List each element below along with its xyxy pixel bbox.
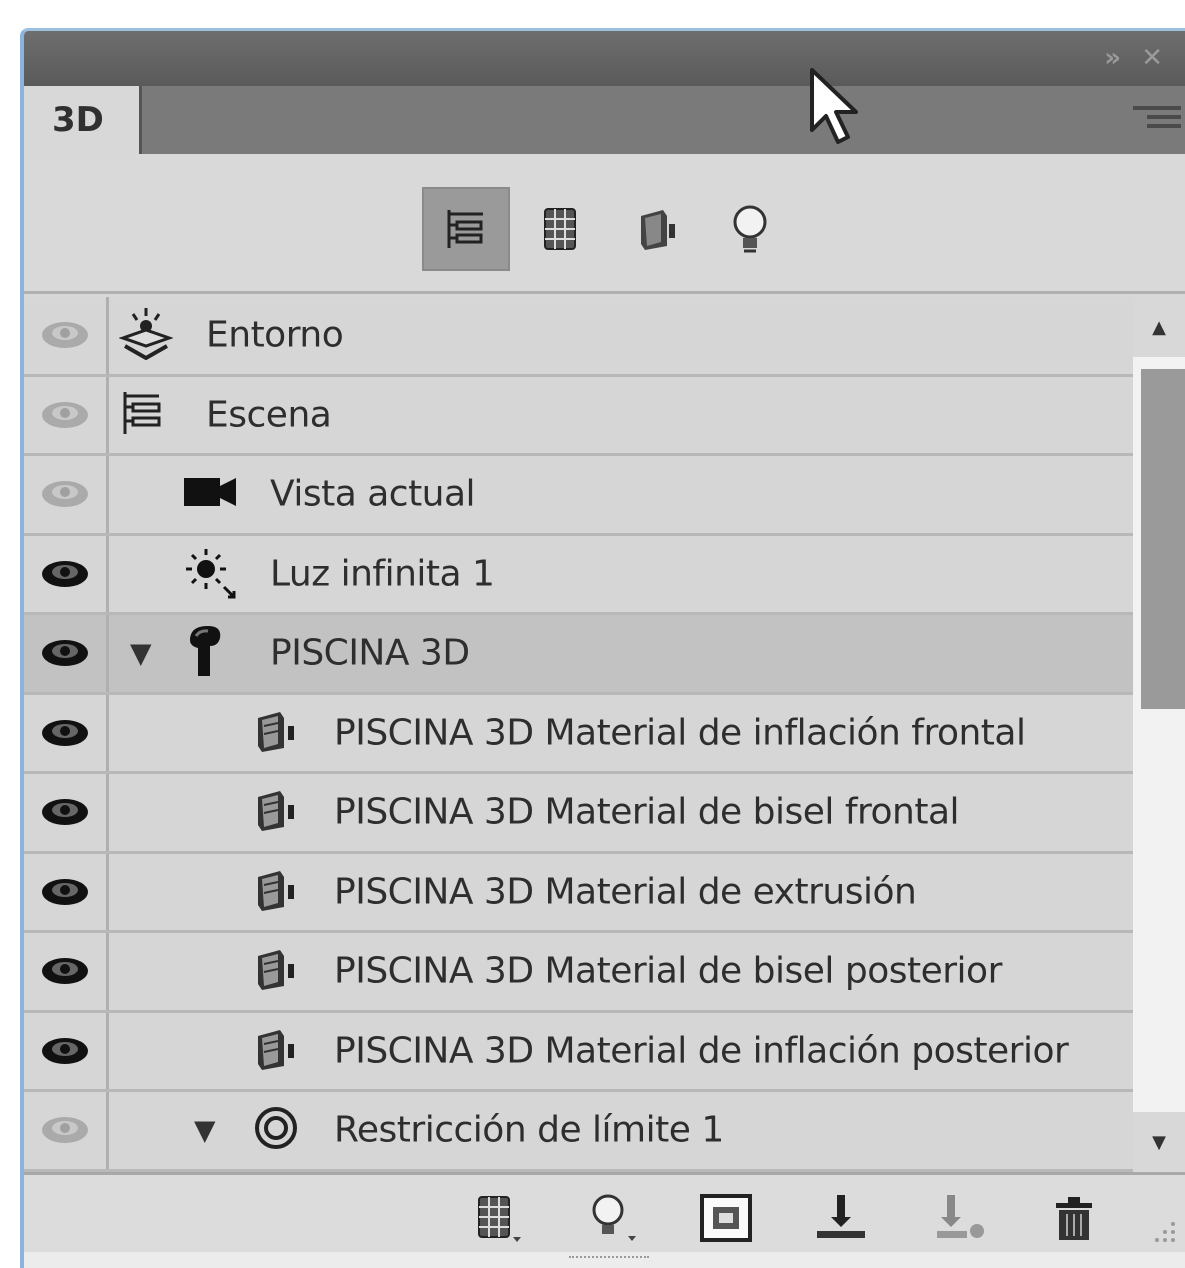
visibility-eye-icon[interactable] xyxy=(24,615,109,692)
render-button[interactable] xyxy=(694,1190,758,1246)
mesh-icon xyxy=(182,622,226,684)
expand-triangle-icon[interactable]: ▼ xyxy=(130,637,152,670)
tab-3d[interactable]: 3D xyxy=(24,86,142,154)
new-mesh-button[interactable] xyxy=(466,1190,530,1246)
lightbulb-icon xyxy=(733,205,767,253)
visibility-eye-icon[interactable] xyxy=(24,1092,109,1169)
visibility-eye-icon[interactable] xyxy=(24,376,109,453)
trash-icon xyxy=(1056,1197,1092,1240)
filter-toolbar xyxy=(24,154,1185,294)
expand-triangle-icon[interactable]: ▼ xyxy=(194,1114,216,1147)
material-icon xyxy=(641,210,675,250)
visibility-eye-icon[interactable] xyxy=(24,297,109,374)
scroll-up-arrow-icon[interactable]: ▲ xyxy=(1133,297,1185,357)
layer-row[interactable]: ▼ PISCINA 3D xyxy=(24,615,1137,695)
environment-icon xyxy=(118,306,174,364)
scene-filter-button[interactable] xyxy=(422,187,510,271)
bottom-toolbar xyxy=(24,1172,1185,1252)
layer-row[interactable]: PISCINA 3D Material de inflación posteri… xyxy=(24,1012,1137,1092)
materials-filter-button[interactable] xyxy=(612,187,700,271)
tab-bar: 3D xyxy=(24,86,1185,154)
scroll-down-arrow-icon[interactable]: ▼ xyxy=(1133,1112,1185,1172)
layer-label: PISCINA 3D Material de bisel posterior xyxy=(334,950,1002,992)
layer-row[interactable]: Entorno xyxy=(24,297,1137,377)
visibility-eye-icon[interactable] xyxy=(24,535,109,612)
scroll-thumb[interactable] xyxy=(1141,369,1185,709)
ground-object-icon xyxy=(937,1195,984,1238)
layer-row[interactable]: Vista actual xyxy=(24,456,1137,536)
layer-label: PISCINA 3D Material de bisel frontal xyxy=(334,791,960,833)
visibility-eye-icon[interactable] xyxy=(24,456,109,533)
drop-to-ground-button[interactable] xyxy=(809,1190,873,1246)
layer-label: Entorno xyxy=(206,314,344,356)
scrollbar[interactable]: ▲ ▼ xyxy=(1133,297,1185,1172)
layer-label: PISCINA 3D Material de extrusión xyxy=(334,871,917,913)
layer-row[interactable]: PISCINA 3D Material de bisel frontal xyxy=(24,774,1137,854)
layer-row[interactable]: ▼ Restricción de límite 1 xyxy=(24,1092,1137,1172)
panel-resize-handle[interactable] xyxy=(569,1256,649,1266)
layer-label: Restricción de límite 1 xyxy=(334,1109,724,1151)
layer-list: Entorno Escena Vista actual Luz infinita 1 ▼… xyxy=(24,297,1137,1172)
panel-menu-icon[interactable] xyxy=(1133,106,1181,136)
layer-row[interactable]: PISCINA 3D Material de inflación frontal xyxy=(24,694,1137,774)
layer-label: Vista actual xyxy=(270,473,476,515)
collapse-icon[interactable]: » xyxy=(1104,43,1121,73)
layer-row[interactable]: Escena xyxy=(24,376,1137,456)
panel-titlebar[interactable]: » ✕ xyxy=(24,31,1185,86)
3d-panel: » ✕ 3D Entorno Escena Vista actual Luz i… xyxy=(20,28,1185,1268)
scene-hierarchy-icon xyxy=(119,388,169,442)
layer-label: PISCINA 3D Material de inflación posteri… xyxy=(334,1030,1069,1072)
camera-icon xyxy=(182,474,238,514)
panel-bottom-edge[interactable] xyxy=(24,1252,1185,1268)
visibility-eye-icon[interactable] xyxy=(24,774,109,851)
lightbulb-icon xyxy=(592,1194,636,1241)
mesh-grid-icon xyxy=(544,208,576,250)
material-icon xyxy=(252,785,300,839)
layer-row[interactable]: Luz infinita 1 xyxy=(24,535,1137,615)
resize-grip-icon[interactable] xyxy=(1143,1210,1179,1246)
close-icon[interactable]: ✕ xyxy=(1141,43,1163,73)
constraint-icon xyxy=(252,1104,300,1156)
material-icon xyxy=(252,1024,300,1078)
drop-object-button[interactable] xyxy=(929,1190,993,1246)
layer-label: PISCINA 3D xyxy=(270,632,470,674)
mouse-cursor-icon xyxy=(810,68,858,144)
render-icon xyxy=(700,1194,752,1242)
layer-label: Escena xyxy=(206,394,332,436)
lights-filter-button[interactable] xyxy=(706,187,794,271)
visibility-eye-icon[interactable] xyxy=(24,694,109,771)
delete-button[interactable] xyxy=(1042,1190,1106,1246)
material-icon xyxy=(252,944,300,998)
layer-label: Luz infinita 1 xyxy=(270,553,495,595)
material-icon xyxy=(252,706,300,760)
sun-light-icon xyxy=(182,545,236,603)
meshes-filter-button[interactable] xyxy=(516,187,604,271)
visibility-eye-icon[interactable] xyxy=(24,853,109,930)
layer-label: PISCINA 3D Material de inflación frontal xyxy=(334,712,1026,754)
mesh-grid-icon xyxy=(478,1196,521,1242)
ground-plane-icon xyxy=(817,1195,865,1238)
scene-hierarchy-icon xyxy=(447,210,483,248)
material-icon xyxy=(252,865,300,919)
layer-row[interactable]: PISCINA 3D Material de extrusión xyxy=(24,853,1137,933)
visibility-eye-icon[interactable] xyxy=(24,1012,109,1089)
new-light-button[interactable] xyxy=(582,1190,646,1246)
visibility-eye-icon[interactable] xyxy=(24,933,109,1010)
layer-row[interactable]: PISCINA 3D Material de bisel posterior xyxy=(24,933,1137,1013)
